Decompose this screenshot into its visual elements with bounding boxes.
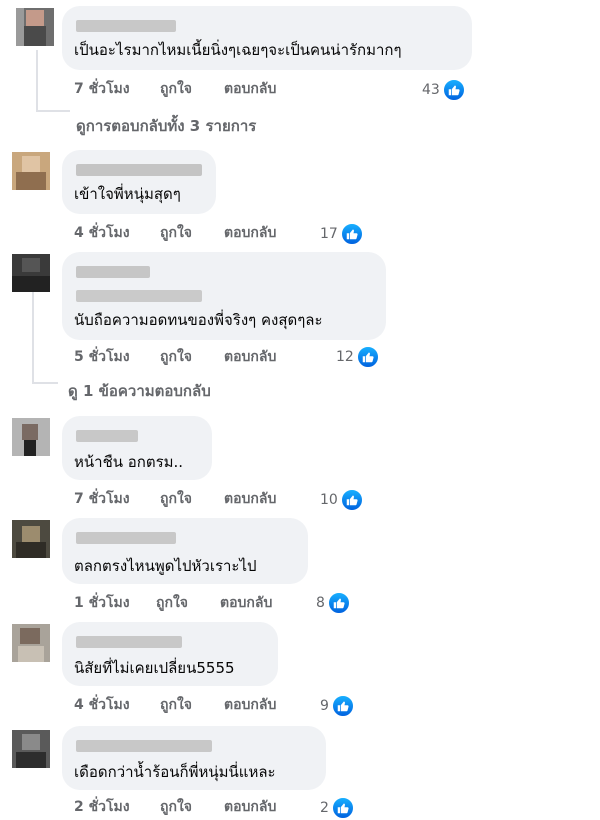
comment-bubble: เดือดกว่าน้ำร้อนก็พี่หนุ่มนี่แหละ xyxy=(62,726,326,790)
comment-actions: 1 ชั่วโมง ถูกใจ ตอบกลับ xyxy=(74,594,334,612)
thread-line xyxy=(32,382,58,384)
view-replies-link[interactable]: ดู 1 ข้อความตอบกลับ xyxy=(68,381,211,401)
comment-timestamp[interactable]: 7 ชั่วโมง xyxy=(74,80,130,98)
like-button[interactable]: ถูกใจ xyxy=(160,798,192,816)
author-subtitle-blurred xyxy=(76,290,202,302)
comment-bubble: เป็นอะไรมากไหมเนี้ยนิ่งๆเฉยๆจะเป็นคนน่าร… xyxy=(62,6,472,70)
like-thumb-icon xyxy=(441,78,466,102)
like-thumb-icon xyxy=(355,345,380,369)
comment-bubble: นับถือความอดทนของพี่จริงๆ คงสุดๆละ xyxy=(62,252,386,340)
comment-actions: 7 ชั่วโมง ถูกใจ ตอบกลับ xyxy=(74,80,334,98)
reaction-summary[interactable]: 43 xyxy=(422,78,466,102)
thread-line xyxy=(36,110,70,112)
reaction-summary[interactable]: 8 xyxy=(316,591,351,615)
comment-bubble: เข้าใจพี่หนุ่มสุดๆ xyxy=(62,150,216,214)
avatar[interactable] xyxy=(12,624,50,662)
reaction-summary[interactable]: 10 xyxy=(320,488,364,512)
comment-actions: 4 ชั่วโมง ถูกใจ ตอบกลับ xyxy=(74,224,334,242)
reaction-count: 10 xyxy=(320,492,338,508)
like-button[interactable]: ถูกใจ xyxy=(156,594,188,612)
comment-timestamp[interactable]: 7 ชั่วโมง xyxy=(74,490,130,508)
comment-timestamp[interactable]: 5 ชั่วโมง xyxy=(74,348,130,366)
avatar[interactable] xyxy=(12,730,50,768)
avatar[interactable] xyxy=(16,8,54,46)
like-button[interactable]: ถูกใจ xyxy=(160,80,192,98)
comment-text: เป็นอะไรมากไหมเนี้ยนิ่งๆเฉยๆจะเป็นคนน่าร… xyxy=(74,41,402,59)
comment-bubble: หน้าชืน อกตรม.. xyxy=(62,416,212,480)
reply-button[interactable]: ตอบกลับ xyxy=(220,594,272,612)
comment-actions: 2 ชั่วโมง ถูกใจ ตอบกลับ xyxy=(74,798,334,816)
avatar[interactable] xyxy=(12,418,50,456)
comment-timestamp[interactable]: 1 ชั่วโมง xyxy=(74,594,130,612)
comment-text: เข้าใจพี่หนุ่มสุดๆ xyxy=(74,185,181,203)
avatar[interactable] xyxy=(12,520,50,558)
reaction-summary[interactable]: 2 xyxy=(320,796,355,820)
reaction-count: 8 xyxy=(316,595,325,611)
reply-button[interactable]: ตอบกลับ xyxy=(224,696,276,714)
view-replies-link[interactable]: ดูการตอบกลับทั้ง 3 รายการ xyxy=(76,116,256,136)
author-name-blurred[interactable] xyxy=(76,266,150,278)
author-name-blurred[interactable] xyxy=(76,20,176,32)
author-name-blurred[interactable] xyxy=(76,164,202,176)
like-button[interactable]: ถูกใจ xyxy=(160,224,192,242)
reply-button[interactable]: ตอบกลับ xyxy=(224,224,276,242)
reply-button[interactable]: ตอบกลับ xyxy=(224,490,276,508)
avatar[interactable] xyxy=(12,152,50,190)
comment-bubble: นิสัยที่ไม่เคยเปลี่ยน5555 xyxy=(62,622,278,686)
author-name-blurred[interactable] xyxy=(76,532,176,544)
author-name-blurred[interactable] xyxy=(76,740,212,752)
reply-button[interactable]: ตอบกลับ xyxy=(224,798,276,816)
comment-bubble: ตลกตรงไหนพูดไปหัวเราะไป xyxy=(62,518,308,584)
reaction-summary[interactable]: 9 xyxy=(320,694,355,718)
reaction-summary[interactable]: 17 xyxy=(320,222,364,246)
author-name-blurred[interactable] xyxy=(76,430,138,442)
reaction-summary[interactable]: 12 xyxy=(336,345,380,369)
reaction-count: 17 xyxy=(320,226,338,242)
comment-actions: 5 ชั่วโมง ถูกใจ ตอบกลับ xyxy=(74,348,334,366)
avatar[interactable] xyxy=(12,254,50,292)
comment-actions: 7 ชั่วโมง ถูกใจ ตอบกลับ xyxy=(74,490,334,508)
author-name-blurred[interactable] xyxy=(76,636,182,648)
reaction-count: 2 xyxy=(320,800,329,816)
comment-text: หน้าชืน อกตรม.. xyxy=(74,453,184,471)
like-thumb-icon xyxy=(330,694,355,718)
comment-timestamp[interactable]: 4 ชั่วโมง xyxy=(74,224,130,242)
like-thumb-icon xyxy=(330,796,355,820)
thread-line xyxy=(32,292,34,384)
like-button[interactable]: ถูกใจ xyxy=(160,696,192,714)
like-button[interactable]: ถูกใจ xyxy=(160,348,192,366)
reply-button[interactable]: ตอบกลับ xyxy=(224,80,276,98)
reaction-count: 12 xyxy=(336,349,354,365)
comment-actions: 4 ชั่วโมง ถูกใจ ตอบกลับ xyxy=(74,696,334,714)
comment-text: ตลกตรงไหนพูดไปหัวเราะไป xyxy=(74,557,257,575)
comment-text: นิสัยที่ไม่เคยเปลี่ยน5555 xyxy=(74,659,235,677)
comment-text: นับถือความอดทนของพี่จริงๆ คงสุดๆละ xyxy=(74,311,323,329)
reaction-count: 9 xyxy=(320,698,329,714)
like-button[interactable]: ถูกใจ xyxy=(160,490,192,508)
like-thumb-icon xyxy=(339,222,364,246)
comment-timestamp[interactable]: 4 ชั่วโมง xyxy=(74,696,130,714)
like-thumb-icon xyxy=(326,591,351,615)
reply-button[interactable]: ตอบกลับ xyxy=(224,348,276,366)
comment-timestamp[interactable]: 2 ชั่วโมง xyxy=(74,798,130,816)
like-thumb-icon xyxy=(339,488,364,512)
comment-text: เดือดกว่าน้ำร้อนก็พี่หนุ่มนี่แหละ xyxy=(74,763,276,781)
thread-line xyxy=(36,50,38,112)
reaction-count: 43 xyxy=(422,82,440,98)
